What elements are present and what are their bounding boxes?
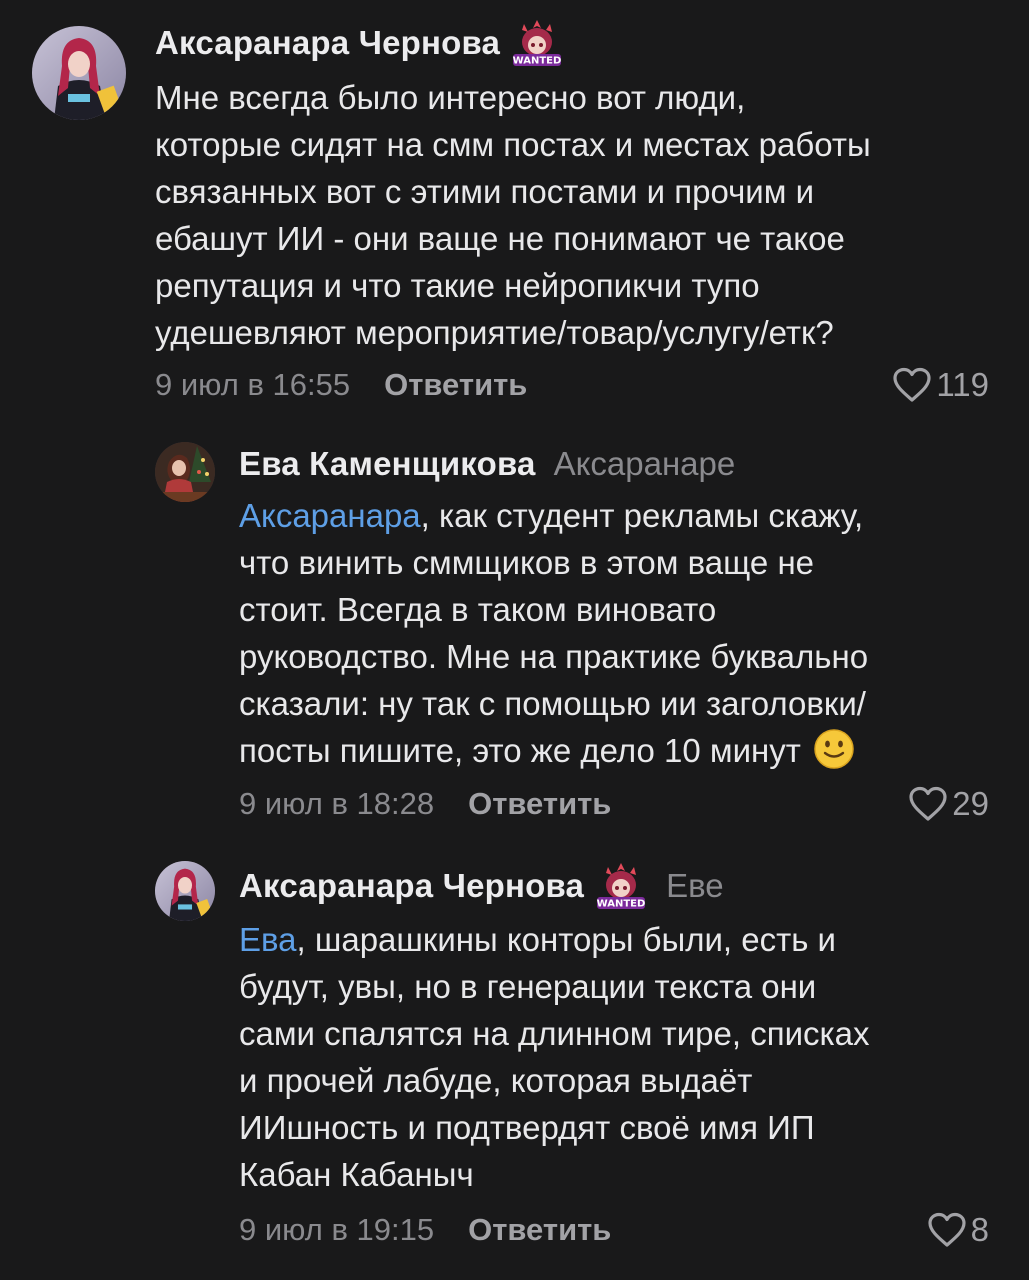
heart-outline-icon	[908, 786, 952, 822]
slightly-smiling-face-emoji	[813, 728, 855, 782]
wanted-sticker-icon: WANTED	[510, 18, 564, 68]
comment-meta: 9 июл в 18:28 Ответить	[239, 781, 611, 827]
heart-outline-icon	[892, 367, 936, 403]
avatar[interactable]	[155, 442, 215, 502]
comment-header: Аксаранара Чернова WANTED Еве	[239, 861, 724, 911]
author-name[interactable]: Ева Каменщикова	[239, 445, 536, 483]
like-button[interactable]: 119	[892, 362, 989, 408]
like-count: 119	[936, 366, 989, 403]
svg-text:WANTED: WANTED	[513, 56, 562, 67]
reply-button[interactable]: Ответить	[468, 1212, 611, 1248]
reply-to-name[interactable]: Аксаранаре	[554, 445, 736, 483]
like-button[interactable]: 29	[908, 781, 989, 827]
comment-meta: 9 июл в 19:15 Ответить	[239, 1207, 611, 1253]
comment-text: Мне всегда было интересно вот люди, кото…	[155, 79, 871, 351]
heart-outline-icon	[927, 1212, 971, 1248]
comment-text-body: , как студент рекламы скажу, что винить …	[239, 497, 869, 769]
reply-button[interactable]: Ответить	[468, 786, 611, 822]
svg-text:WANTED: WANTED	[597, 899, 646, 910]
mention-link[interactable]: Ева	[239, 921, 297, 958]
timestamp[interactable]: 9 июл в 19:15	[239, 1212, 434, 1248]
avatar[interactable]	[155, 861, 215, 921]
like-count: 8	[970, 1211, 989, 1248]
comment-header: Аксаранара Чернова WANTED	[155, 18, 564, 68]
author-name[interactable]: Аксаранара Чернова	[155, 24, 500, 62]
comment-meta: 9 июл в 16:55 Ответить	[155, 362, 527, 408]
timestamp[interactable]: 9 июл в 18:28	[239, 786, 434, 822]
like-count: 29	[952, 785, 989, 822]
comment-text: Аксаранара, как студент рекламы скажу, ч…	[239, 492, 1009, 782]
reply-button[interactable]: Ответить	[384, 367, 527, 403]
wanted-sticker-icon: WANTED	[594, 861, 648, 911]
mention-link[interactable]: Аксаранара	[239, 497, 421, 534]
author-name[interactable]: Аксаранара Чернова	[239, 867, 584, 905]
timestamp[interactable]: 9 июл в 16:55	[155, 367, 350, 403]
reply-to-name[interactable]: Еве	[666, 867, 724, 905]
comment-header: Ева Каменщикова Аксаранаре	[239, 441, 735, 487]
comment-text: Ева, шарашкины конторы были, есть и буду…	[239, 916, 1009, 1198]
avatar[interactable]	[32, 26, 126, 120]
comment-text-body: , шарашкины конторы были, есть и будут, …	[239, 921, 870, 1193]
like-button[interactable]: 8	[927, 1207, 989, 1253]
